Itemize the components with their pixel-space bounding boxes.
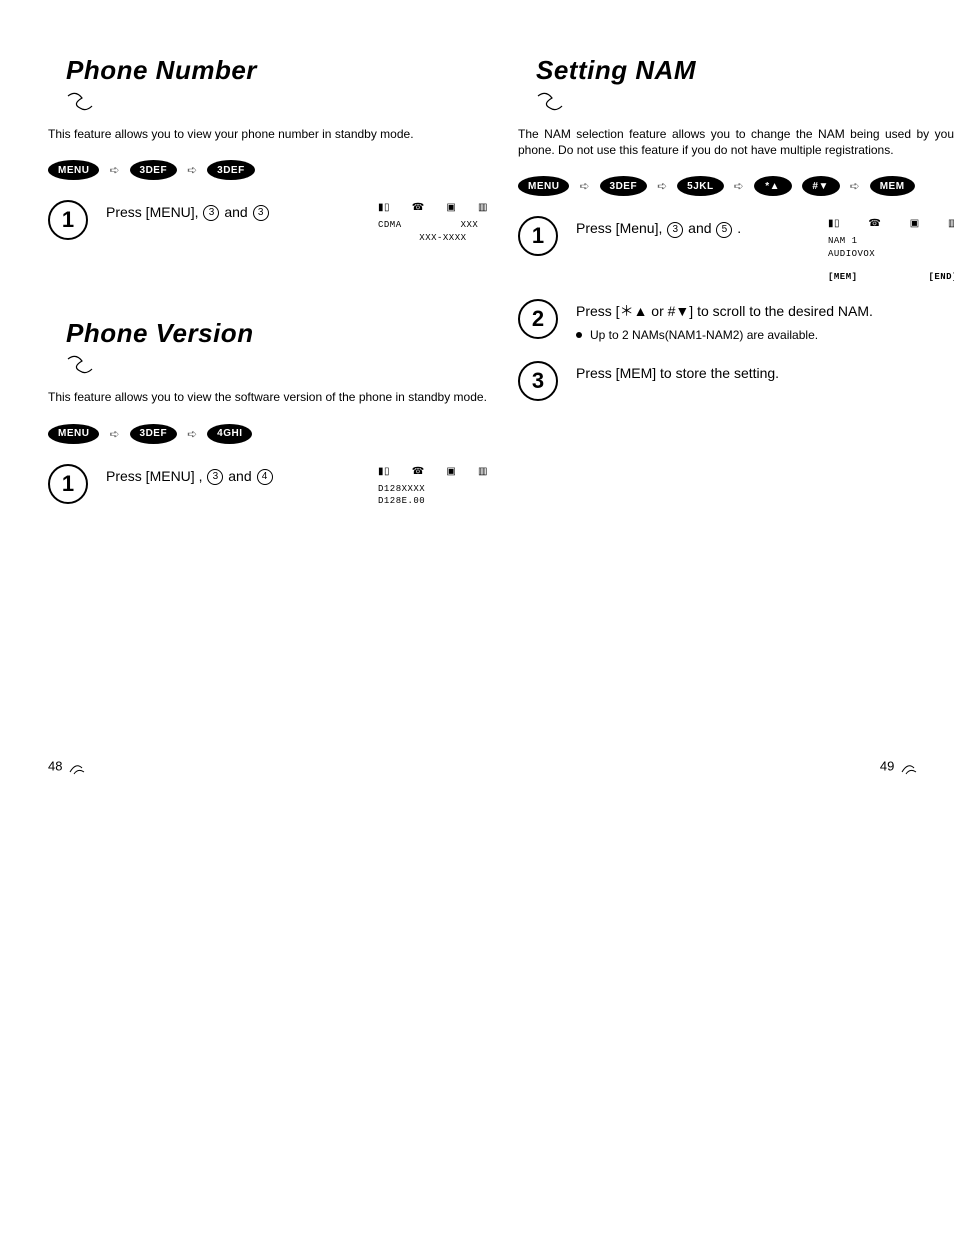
decorative-squiggle xyxy=(66,90,106,112)
circled-digit-icon: 3 xyxy=(667,222,683,238)
circled-digit-icon: 3 xyxy=(253,205,269,221)
step-text-b: and xyxy=(684,220,715,236)
phone-number-step-1: 1 Press [MENU], 3 and 3 ▮▯ ☎ ▣ ▥ CDMA XX… xyxy=(48,202,488,244)
step-text-c: . xyxy=(733,220,741,236)
circled-digit-icon: 3 xyxy=(203,205,219,221)
heading-setting-nam: Setting NAM xyxy=(536,55,954,86)
battery-icon: ▥ xyxy=(478,466,488,480)
lcd-softkey-right: [END] xyxy=(928,271,954,284)
circled-digit-icon: 3 xyxy=(207,469,223,485)
step-text: Press [MENU], 3 and 3 xyxy=(106,202,360,222)
setting-nam-desc: The NAM selection feature allows you to … xyxy=(518,126,954,158)
lcd-preview: ▮▯ ☎ ▣ ▥ CDMA XXX XXX-XXXX xyxy=(378,202,488,244)
lcd-line: D128E.00 xyxy=(378,495,488,508)
step-text-b: and xyxy=(220,204,251,220)
step-text-b: and xyxy=(224,468,255,484)
setting-nam-step-3: 3 Press [MEM] to store the setting. xyxy=(518,363,954,401)
decorative-squiggle xyxy=(66,353,106,375)
step-text: Press [MENU] , 3 and 4 xyxy=(106,466,360,486)
signal-icon: ▮▯ xyxy=(378,466,390,480)
lcd-line: D128XXXX xyxy=(378,483,488,496)
lcd-softkey-left: [MEM] xyxy=(828,271,858,284)
phone-version-desc: This feature allows you to view the soft… xyxy=(48,389,488,405)
phone-icon: ☎ xyxy=(868,218,881,232)
five-key-icon: 5JKL xyxy=(677,176,723,196)
heading-phone-version: Phone Version xyxy=(66,318,488,349)
lcd-line: CDMA XXX xyxy=(378,219,488,232)
menu-key-icon: MENU xyxy=(48,160,99,180)
step-text: Press [MEM] to store the setting. xyxy=(576,363,954,383)
step-text-a: Press [MENU] , xyxy=(106,468,206,484)
setting-nam-step-2: 2 Press [＊▲ or #▼] to scroll to the desi… xyxy=(518,301,954,345)
lcd-line: NAM 1 xyxy=(828,235,954,248)
menu-key-icon: MENU xyxy=(518,176,569,196)
phone-number-keyrow: MENU ➪ 3DEF ➪ 3DEF xyxy=(48,160,488,180)
step-number-icon: 1 xyxy=(48,464,88,504)
arrow-icon: ➪ xyxy=(734,179,744,193)
phone-version-keyrow: MENU ➪ 3DEF ➪ 4GHI xyxy=(48,424,488,444)
battery-icon: ▥ xyxy=(948,218,954,232)
step-text-a: Press [MENU], xyxy=(106,204,202,220)
three-key-icon: 3DEF xyxy=(130,424,178,444)
msg-icon: ▣ xyxy=(446,202,456,216)
step-number-icon: 1 xyxy=(518,216,558,256)
lcd-line: AUDIOVOX xyxy=(828,248,954,261)
step-number-icon: 2 xyxy=(518,299,558,339)
phone-icon: ☎ xyxy=(412,202,425,216)
three-key-icon: 3DEF xyxy=(600,176,648,196)
three-key-icon: 3DEF xyxy=(130,160,178,180)
lcd-line: XXX-XXXX xyxy=(378,232,488,245)
arrow-icon: ➪ xyxy=(657,179,667,193)
mem-key-icon: MEM xyxy=(870,176,915,196)
star-up-key-icon: *▲ xyxy=(754,176,792,196)
menu-key-icon: MENU xyxy=(48,424,99,444)
circled-digit-icon: 4 xyxy=(257,469,273,485)
circled-digit-icon: 5 xyxy=(716,222,732,238)
msg-icon: ▣ xyxy=(446,466,456,480)
hash-down-key-icon: #▼ xyxy=(802,176,840,196)
lcd-preview: ▮▯ ☎ ▣ ▥ D128XXXX D128E.00 xyxy=(378,466,488,508)
msg-icon: ▣ xyxy=(910,218,920,232)
arrow-icon: ➪ xyxy=(187,163,197,177)
phone-version-step-1: 1 Press [MENU] , 3 and 4 ▮▯ ☎ ▣ ▥ D128XX… xyxy=(48,466,488,508)
three-key-icon: 3DEF xyxy=(207,160,255,180)
page-number-left: 48 xyxy=(48,758,86,776)
lcd-preview: ▮▯ ☎ ▣ ▥ NAM 1 AUDIOVOX [MEM] [END] xyxy=(828,218,954,283)
arrow-icon: ➪ xyxy=(579,179,589,193)
heading-phone-number: Phone Number xyxy=(66,55,488,86)
signal-icon: ▮▯ xyxy=(378,202,390,216)
battery-icon: ▥ xyxy=(478,202,488,216)
step-text: Press [Menu], 3 and 5 . xyxy=(576,218,810,238)
step-text-a: Press [Menu], xyxy=(576,220,666,236)
four-key-icon: 4GHI xyxy=(207,424,252,444)
phone-icon: ☎ xyxy=(412,466,425,480)
step-number-icon: 3 xyxy=(518,361,558,401)
step-note: Up to 2 NAMs(NAM1-NAM2) are available. xyxy=(576,327,954,344)
step-number-icon: 1 xyxy=(48,200,88,240)
decorative-squiggle xyxy=(536,90,576,112)
setting-nam-keyrow: MENU ➪ 3DEF ➪ 5JKL ➪ *▲ #▼ ➪ MEM xyxy=(518,176,954,196)
page-number-right: 49 xyxy=(880,758,918,776)
arrow-icon: ➪ xyxy=(187,427,197,441)
arrow-icon: ➪ xyxy=(850,179,860,193)
step-text: Press [＊▲ or #▼] to scroll to the desire… xyxy=(576,301,954,321)
arrow-icon: ➪ xyxy=(109,163,119,177)
setting-nam-step-1: 1 Press [Menu], 3 and 5 . ▮▯ ☎ ▣ ▥ NAM 1… xyxy=(518,218,954,283)
arrow-icon: ➪ xyxy=(109,427,119,441)
signal-icon: ▮▯ xyxy=(828,218,840,232)
phone-number-desc: This feature allows you to view your pho… xyxy=(48,126,488,142)
